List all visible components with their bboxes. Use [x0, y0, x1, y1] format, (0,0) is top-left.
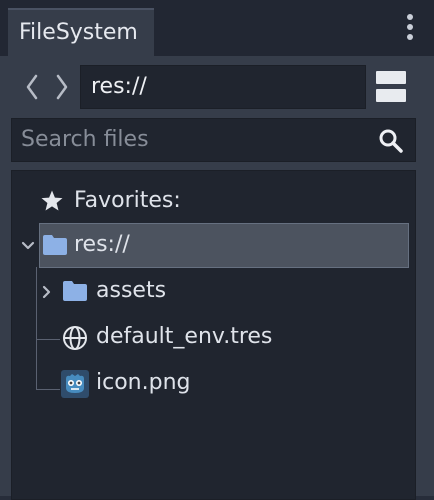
tree-item-default-env[interactable]: default_env.tres: [12, 315, 415, 361]
kebab-menu-icon[interactable]: [400, 14, 420, 48]
favorites-label: Favorites:: [74, 188, 181, 213]
path-field[interactable]: res://: [80, 65, 366, 109]
tab-label: FileSystem: [19, 20, 138, 45]
path-value: res://: [91, 74, 147, 99]
dock-tab-bar: FileSystem: [0, 0, 434, 56]
tree-item-label: assets: [96, 278, 167, 303]
tree-item-assets[interactable]: assets: [12, 269, 415, 315]
favorites-row[interactable]: Favorites:: [12, 179, 415, 225]
tab-filesystem[interactable]: FileSystem: [8, 8, 154, 56]
search-input[interactable]: Search files: [11, 118, 416, 162]
tree-item-label: icon.png: [96, 370, 191, 395]
tree-item-icon-png[interactable]: icon.png: [12, 361, 415, 407]
globe-icon: [63, 326, 87, 350]
split-view-icon[interactable]: [376, 71, 406, 102]
folder-icon: [43, 235, 67, 255]
chevron-left-icon[interactable]: [22, 72, 42, 102]
folder-icon: [63, 281, 87, 301]
godot-icon: [61, 370, 89, 398]
tree-item-label: default_env.tres: [96, 324, 273, 349]
search-placeholder: Search files: [21, 127, 149, 152]
file-tree: Favorites: res:// assets default_env.tre…: [11, 170, 416, 500]
chevron-right-icon[interactable]: [42, 285, 52, 299]
tree-item-label: res://: [74, 232, 130, 257]
magnifier-icon[interactable]: [378, 128, 404, 154]
tree-item-res[interactable]: res://: [12, 223, 415, 269]
chevron-down-icon[interactable]: [21, 241, 35, 251]
star-icon: [41, 190, 63, 211]
chevron-right-icon[interactable]: [52, 72, 72, 102]
